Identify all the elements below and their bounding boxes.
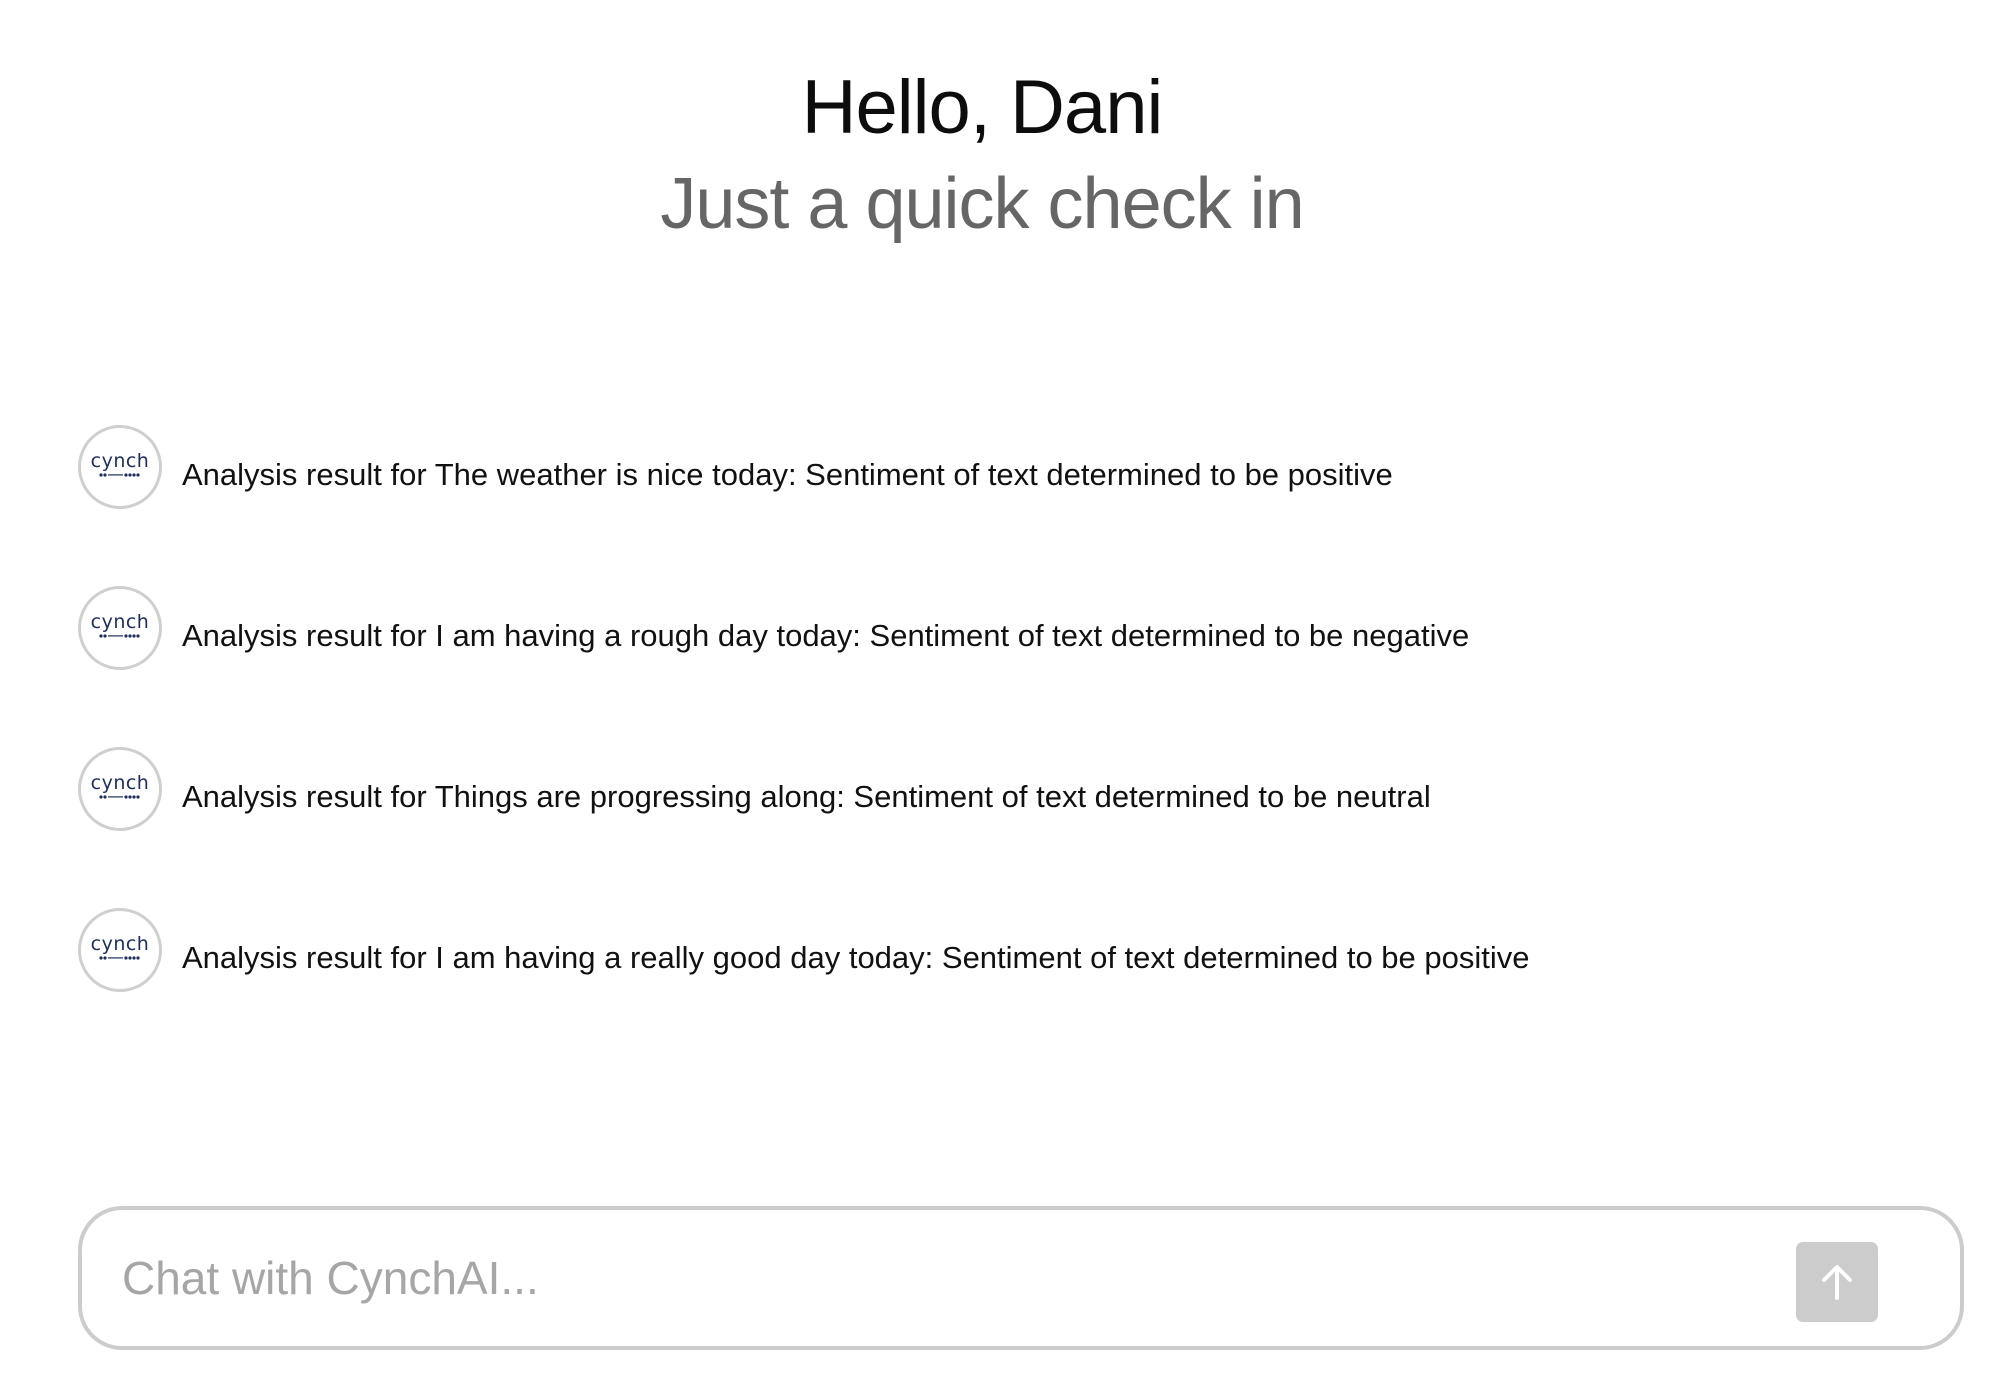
message-item: cynch Analysis result for I am having a … [78,905,1938,995]
chat-input[interactable] [122,1238,1762,1318]
send-button[interactable] [1796,1242,1878,1322]
message-item: cynch Analysis result for The weather is… [78,422,1938,512]
message-item: cynch Analysis result for I am having a … [78,583,1938,673]
greeting-subtitle: Just a quick check in [660,164,1304,244]
cynch-avatar: cynch [78,425,162,509]
message-item: cynch Analysis result for Things are pro… [78,744,1938,834]
message-text: Analysis result for Things are progressi… [182,779,1431,814]
logo-dots-icon [99,634,140,638]
greeting-title: Hello, Dani [801,65,1164,150]
message-text: Analysis result for The weather is nice … [182,457,1393,492]
logo-dots-icon [99,473,140,477]
arrow-up-icon [1822,1265,1852,1300]
chat-bar [78,1206,1964,1350]
message-text: Analysis result for I am having a rough … [182,618,1470,653]
message-text: Analysis result for I am having a really… [182,940,1530,975]
cynch-avatar: cynch [78,747,162,831]
cynch-logo-text: cynch [90,450,150,472]
logo-dots-icon [99,956,140,960]
logo-dots-icon [99,795,140,799]
cynch-logo-text: cynch [90,611,150,633]
cynch-logo-text: cynch [90,772,150,794]
cynch-avatar: cynch [78,586,162,670]
header: Hello, Dani Just a quick check in [0,62,1964,254]
cynch-avatar: cynch [78,908,162,992]
cynch-logo-text: cynch [90,933,150,955]
message-list: cynch Analysis result for The weather is… [78,422,1938,1066]
